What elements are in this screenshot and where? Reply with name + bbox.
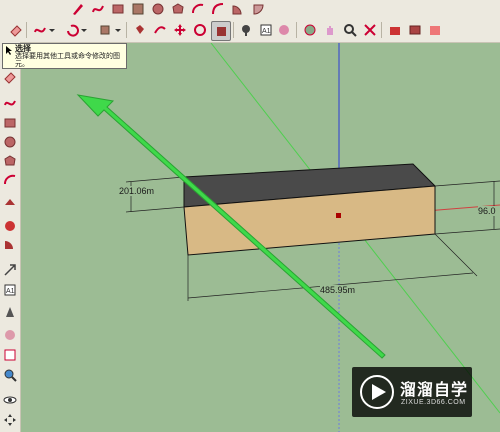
paint-bucket-icon[interactable] — [132, 22, 148, 38]
follow-me-icon[interactable] — [2, 218, 18, 234]
width-dimension-label: 485.95m — [320, 285, 356, 295]
select-tooltip: 选择 选择要用其他工具或命令修改的图元。 — [2, 43, 127, 69]
circle-icon[interactable] — [2, 134, 18, 150]
dimension-icon[interactable] — [2, 304, 18, 320]
pan-icon[interactable] — [322, 22, 338, 38]
paint-icon[interactable] — [2, 327, 18, 343]
rotate-icon[interactable] — [64, 22, 80, 38]
arrow-cursor-icon — [6, 46, 12, 55]
circle-icon[interactable] — [150, 1, 166, 17]
arc2-icon[interactable] — [210, 1, 226, 17]
orbit-icon[interactable] — [302, 22, 318, 38]
freehand-icon[interactable] — [90, 1, 106, 17]
eraser-icon[interactable] — [2, 69, 18, 85]
chevron-down-icon[interactable] — [114, 22, 122, 38]
text-icon[interactable]: A1 — [258, 22, 274, 38]
eraser-icon[interactable] — [8, 22, 24, 38]
polygon-icon[interactable] — [2, 153, 18, 169]
zoom-extents-icon[interactable] — [362, 22, 378, 38]
pie-icon[interactable] — [230, 1, 246, 17]
left-toolbar: A1 — [0, 42, 21, 432]
component-icon[interactable] — [407, 22, 423, 38]
dim-ext-line — [125, 176, 185, 183]
height-dimension-label: 96.0 — [478, 206, 496, 216]
rectangle-icon[interactable] — [110, 1, 126, 17]
polygon-icon[interactable] — [170, 1, 186, 17]
top-toolbar: A1 — [0, 0, 500, 43]
toolbar-separator — [381, 22, 382, 38]
zoom-icon[interactable] — [342, 22, 358, 38]
watermark-url: ZIXUE.3D66.COM — [401, 399, 466, 406]
freehand-icon[interactable] — [2, 95, 18, 111]
chevron-down-icon[interactable] — [48, 22, 56, 38]
zoom-window-icon[interactable] — [2, 347, 18, 363]
toolbar-separator — [296, 22, 297, 38]
pie2-icon[interactable] — [250, 1, 266, 17]
watermark-brand: 溜溜自学 — [400, 382, 469, 399]
scale-icon[interactable] — [2, 262, 18, 278]
push-pull-icon[interactable] — [97, 22, 113, 38]
pencil-icon[interactable] — [70, 1, 86, 17]
move-icon[interactable] — [172, 22, 188, 38]
tape-icon[interactable] — [238, 22, 254, 38]
dim-ext-line — [434, 233, 478, 277]
freehand-icon[interactable] — [32, 22, 48, 38]
paint-icon[interactable] — [276, 22, 292, 38]
dim-ext-line — [125, 206, 185, 213]
tooltip-body: 选择要用其他工具或命令修改的图元。 — [15, 53, 120, 68]
chevron-down-icon[interactable] — [80, 22, 88, 38]
zoom-icon[interactable] — [2, 367, 18, 383]
svg-text:A1: A1 — [6, 288, 15, 295]
toolbar-separator — [26, 22, 27, 38]
watermark: 溜溜自学 ZIXUE.3D66.COM — [352, 367, 472, 417]
dim-ext-line — [434, 180, 500, 187]
follow-me-icon[interactable] — [152, 22, 168, 38]
origin-marker — [336, 213, 341, 218]
offset-icon[interactable] — [2, 236, 18, 252]
rotate-tool-icon[interactable] — [192, 22, 208, 38]
square-tool-icon[interactable] — [130, 1, 146, 17]
arc-icon[interactable] — [2, 172, 18, 188]
svg-text:A1: A1 — [262, 28, 271, 35]
walk-icon[interactable] — [2, 412, 18, 428]
rectangle-icon[interactable] — [2, 115, 18, 131]
tooltip-title: 选择 — [15, 44, 31, 53]
arc-icon[interactable] — [190, 1, 206, 17]
push-pull-icon[interactable] — [2, 194, 18, 210]
warehouse-icon[interactable] — [387, 22, 403, 38]
text-icon[interactable]: A1 — [2, 282, 18, 298]
export-icon[interactable] — [427, 22, 443, 38]
depth-dimension-label: 201.06m — [119, 186, 155, 196]
dim-ext-line — [434, 228, 500, 235]
toolbar-separator — [126, 22, 127, 38]
play-logo-icon — [360, 375, 394, 409]
toolbar-separator — [233, 22, 234, 38]
select-icon[interactable] — [211, 21, 231, 41]
eye-icon[interactable] — [2, 392, 18, 408]
